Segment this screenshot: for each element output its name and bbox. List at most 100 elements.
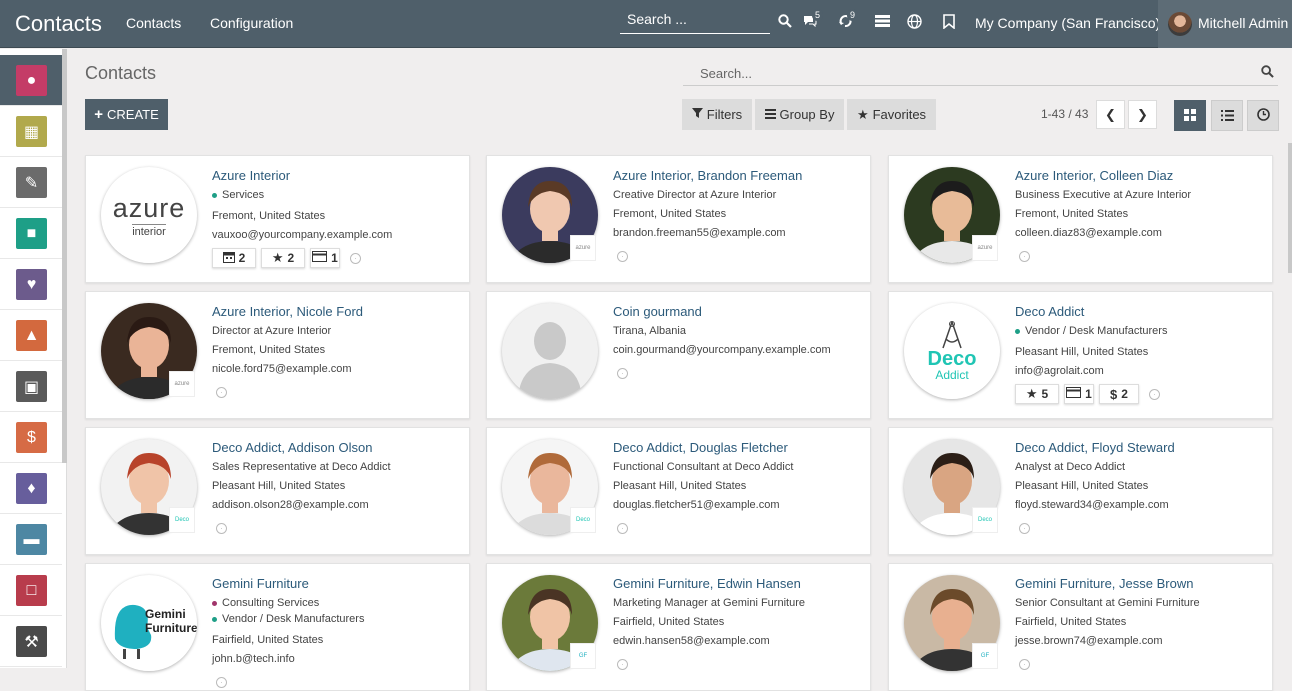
notes-icon: ✎ — [16, 167, 47, 198]
contact-detail-line: coin.gourmand@yourcompany.example.com — [613, 344, 831, 356]
activity-chip[interactable]: 2 — [212, 248, 256, 268]
activity-clock-icon[interactable]: · — [617, 523, 628, 534]
globe-icon[interactable] — [907, 14, 922, 34]
search-placeholder: Search... — [700, 66, 753, 81]
activity-clock-icon[interactable]: · — [1019, 251, 1030, 262]
activity-clock-icon[interactable]: · — [216, 523, 227, 534]
activity-clock-icon[interactable]: · — [617, 659, 628, 670]
chat-count-badge: 5 — [812, 9, 824, 21]
contact-name[interactable]: Azure Interior, Colleen Diaz — [1015, 168, 1173, 183]
contact-detail-line: Functional Consultant at Deco Addict — [613, 461, 794, 473]
sidebar-app-contacts[interactable]: ■ — [0, 208, 62, 259]
contact-name[interactable]: Deco Addict, Floyd Steward — [1015, 440, 1175, 455]
sidebar-app-calendar[interactable]: ▦ — [0, 106, 62, 157]
chat-icon[interactable]: 5 — [803, 9, 824, 32]
contact-card[interactable]: Deco Deco Addict, Addison Olson Sales Repr… — [85, 427, 470, 555]
sidebar-app-website[interactable]: ▬ — [0, 514, 62, 565]
contact-name[interactable]: Deco Addict — [1015, 304, 1084, 319]
contact-name[interactable]: Deco Addict, Douglas Fletcher — [613, 440, 788, 455]
sidebar-app-settings[interactable]: ⚒ — [0, 616, 62, 667]
activity-icon[interactable]: 9 — [838, 9, 859, 33]
groupby-button[interactable]: Group By — [755, 99, 844, 130]
sidebar-app-invoicing[interactable]: $ — [0, 412, 62, 463]
contact-detail-line: Fairfield, United States — [613, 616, 725, 628]
activity-clock-icon[interactable]: · — [216, 387, 227, 398]
activity-chip[interactable]: 1 — [310, 248, 340, 268]
contact-card[interactable]: Gemini Furniture Gemini Furniture Consultin… — [85, 563, 470, 691]
activity-clock-icon[interactable]: · — [1019, 659, 1030, 670]
sidebar-app-point-of-sale[interactable]: ▣ — [0, 361, 62, 412]
activity-clock-icon[interactable]: · — [617, 251, 628, 262]
contact-tag-label: Vendor / Desk Manufacturers — [1025, 325, 1168, 337]
pager-next-button[interactable]: ❯ — [1128, 100, 1157, 129]
contact-detail-line: addison.olson28@example.com — [212, 499, 369, 511]
bookmark-icon[interactable] — [943, 14, 955, 34]
contact-name[interactable]: Gemini Furniture, Jesse Brown — [1015, 576, 1193, 591]
database-icon[interactable] — [875, 14, 890, 32]
tag-color-dot — [212, 192, 217, 198]
activity-view-button[interactable] — [1247, 100, 1279, 131]
contact-card[interactable]: Deco Deco Addict, Douglas Fletcher Functio… — [486, 427, 871, 555]
pager-value[interactable]: 1-43 / 43 — [1041, 107, 1088, 121]
contact-detail-line: Director at Azure Interior — [212, 325, 332, 337]
contact-detail-line: Pleasant Hill, United States — [1015, 346, 1149, 358]
contact-detail-line: Fremont, United States — [1015, 208, 1129, 220]
contact-card[interactable]: azure interior Azure Interior Services Fremo… — [85, 155, 470, 283]
contact-name[interactable]: Coin gourmand — [613, 304, 702, 319]
sidebar-app-inventory[interactable]: □ — [0, 565, 62, 616]
company-logo-thumbnail: Deco — [972, 507, 998, 533]
contact-card[interactable]: azure Azure Interior, Colleen Diaz Busines… — [888, 155, 1273, 283]
search-input[interactable]: Search... — [683, 63, 1278, 86]
contact-name[interactable]: Azure Interior — [212, 168, 290, 183]
activity-clock-icon[interactable]: · — [350, 253, 361, 264]
contact-name[interactable]: Gemini Furniture — [212, 576, 309, 591]
kanban-view-button[interactable] — [1174, 100, 1206, 131]
contact-card[interactable]: azure Azure Interior, Brandon Freeman Crea… — [486, 155, 871, 283]
contact-name[interactable]: Gemini Furniture, Edwin Hansen — [613, 576, 801, 591]
contact-detail-line: floyd.steward34@example.com — [1015, 499, 1169, 511]
activity-clock-icon[interactable]: · — [216, 677, 227, 688]
contact-card[interactable]: Coin gourmand Tirana, Albania coin.gourman… — [486, 291, 871, 419]
activity-clock-icon[interactable]: · — [1019, 523, 1030, 534]
contact-card[interactable]: Deco Addict Deco Addict Vendor / Desk Manuf… — [888, 291, 1273, 419]
activity-chip[interactable]: ★ 5 — [1015, 384, 1059, 404]
contact-detail-line: colleen.diaz83@example.com — [1015, 227, 1162, 239]
clock-icon — [1256, 107, 1270, 124]
chevron-left-icon: ❮ — [1105, 106, 1116, 122]
contact-detail-line: john.b@tech.info — [212, 653, 295, 665]
main-scrollbar[interactable] — [1288, 143, 1292, 273]
contact-name[interactable]: Azure Interior, Nicole Ford — [212, 304, 363, 319]
filters-button[interactable]: Filters — [682, 99, 752, 130]
pager-previous-button[interactable]: ❮ — [1096, 100, 1125, 129]
sidebar-app-notes[interactable]: ✎ — [0, 157, 62, 208]
menu-contacts[interactable]: Contacts — [126, 15, 181, 31]
search-icon[interactable] — [1261, 65, 1274, 81]
sidebar-app-sales[interactable]: ▲ — [0, 310, 62, 361]
search-icon[interactable] — [778, 14, 792, 33]
contact-card[interactable]: GF Gemini Furniture, Edwin Hansen Marketin… — [486, 563, 871, 691]
contact-name[interactable]: Azure Interior, Brandon Freeman — [613, 168, 802, 183]
activity-chip[interactable]: ★ 2 — [261, 248, 305, 268]
create-button[interactable]: + CREATE — [85, 99, 168, 130]
user-menu[interactable]: Mitchell Admin — [1158, 0, 1292, 48]
menu-configuration[interactable]: Configuration — [210, 15, 293, 31]
contact-detail-line: Fremont, United States — [613, 208, 727, 220]
activity-chip[interactable]: 1 — [1064, 384, 1094, 404]
favorites-button[interactable]: ★ Favorites — [847, 99, 936, 130]
sidebar-app-apps[interactable]: ♦ — [0, 463, 62, 514]
activity-clock-icon[interactable]: · — [617, 368, 628, 379]
app-title[interactable]: Contacts — [15, 11, 102, 37]
activity-clock-icon[interactable]: · — [1149, 389, 1160, 400]
sidebar-scrollbar[interactable] — [62, 49, 67, 463]
contact-name[interactable]: Deco Addict, Addison Olson — [212, 440, 372, 455]
contact-card[interactable]: azure Azure Interior, Nicole Ford Director… — [85, 291, 470, 419]
sidebar-app-crm[interactable]: ♥ — [0, 259, 62, 310]
company-switcher[interactable]: My Company (San Francisco) — [975, 15, 1160, 31]
activity-chip[interactable]: $2 — [1099, 384, 1139, 404]
contact-card[interactable]: GF Gemini Furniture, Jesse Brown Senior Co… — [888, 563, 1273, 691]
list-view-button[interactable] — [1211, 100, 1243, 131]
crm-icon: ♥ — [16, 269, 47, 300]
sidebar-app-discuss[interactable]: ● — [0, 55, 62, 106]
top-search-input[interactable]: Search ... — [620, 6, 770, 34]
contact-card[interactable]: Deco Deco Addict, Floyd Steward Analyst at… — [888, 427, 1273, 555]
